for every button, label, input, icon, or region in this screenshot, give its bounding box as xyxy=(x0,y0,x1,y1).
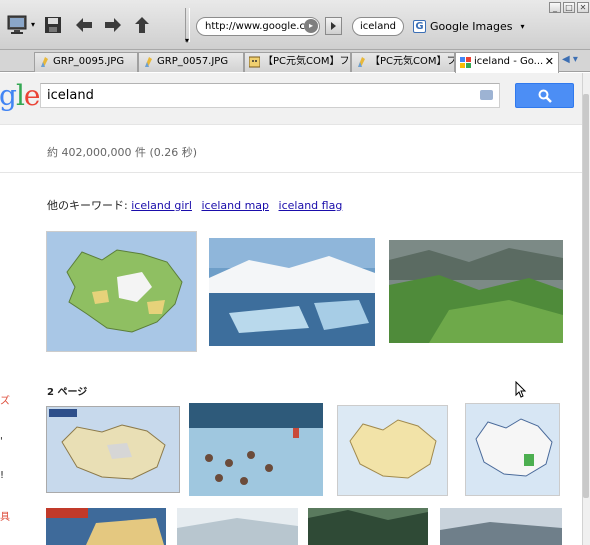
image-result[interactable] xyxy=(440,508,562,545)
side-fragment: ! xyxy=(0,470,5,481)
image-result[interactable] xyxy=(189,403,323,496)
close-window-button[interactable]: ✕ xyxy=(577,2,589,13)
image-result[interactable] xyxy=(209,238,375,346)
search-engine-label: Google Images xyxy=(430,20,513,33)
tab-label: GRP_0057.JPG xyxy=(157,56,229,67)
browser-toolbar: ▾ ▾ http://www.google.con ▸ iceland G Go… xyxy=(0,0,590,50)
divider xyxy=(0,172,582,173)
image-icon xyxy=(358,57,365,67)
site-icon xyxy=(249,56,260,68)
tab-3[interactable]: 【PC元気COM】フ... xyxy=(244,52,351,72)
google-logo[interactable]: gle xyxy=(0,79,40,112)
dropdown-arrow-icon[interactable]: ▾ xyxy=(31,20,35,29)
image-result[interactable] xyxy=(465,403,560,496)
related-link[interactable]: iceland map xyxy=(201,199,269,212)
tab-bar: GRP_0095.JPG GRP_0057.JPG 【PC元気COM】フ... … xyxy=(0,50,590,73)
minimize-button[interactable]: _ xyxy=(549,2,561,13)
image-result[interactable] xyxy=(46,508,166,545)
close-tab-icon[interactable]: ✕ xyxy=(545,53,554,71)
maximize-button[interactable]: □ xyxy=(563,2,575,13)
search-box[interactable]: iceland xyxy=(352,17,404,36)
tab-4[interactable]: 【PC元気COM】フ... xyxy=(351,52,455,72)
address-go-icon[interactable]: ▸ xyxy=(304,19,318,33)
image-result[interactable] xyxy=(177,508,298,545)
scrollbar-thumb[interactable] xyxy=(583,94,589,498)
tab-label: 【PC元気COM】フ... xyxy=(263,56,351,67)
tab-label: GRP_0095.JPG xyxy=(53,56,125,67)
address-bar[interactable]: http://www.google.con xyxy=(196,17,320,36)
related-label: 他のキーワード: xyxy=(47,199,128,212)
tab-label: 【PC元気COM】フ... xyxy=(370,56,454,67)
toolbar-overflow-icon[interactable]: ▾ xyxy=(185,36,189,45)
side-fragment: 具 xyxy=(0,512,10,523)
image-result[interactable] xyxy=(46,231,197,352)
image-result[interactable] xyxy=(389,240,563,343)
google-header: gle iceland xyxy=(0,73,582,125)
image-result[interactable] xyxy=(308,508,428,545)
tab-active[interactable]: iceland - Go... ✕ xyxy=(455,52,559,73)
up-arrow-icon[interactable] xyxy=(130,13,154,37)
search-engine-selector[interactable]: G Google Images ▾ xyxy=(413,17,524,36)
chevron-down-icon: ▾ xyxy=(520,22,525,31)
page-2-label: 2 ページ xyxy=(47,387,88,398)
back-arrow-icon[interactable] xyxy=(72,13,96,37)
google-icon: G xyxy=(413,20,426,33)
search-icon xyxy=(538,89,552,103)
camera-icon[interactable] xyxy=(480,90,493,100)
image-icon xyxy=(41,57,48,67)
forward-arrow-icon[interactable] xyxy=(101,13,125,37)
tab-list-icon[interactable]: ◀ ▾ xyxy=(562,54,588,70)
image-result[interactable] xyxy=(46,406,180,493)
google-icon xyxy=(460,57,471,68)
monitor-icon[interactable] xyxy=(6,13,30,37)
tab-label: iceland - Go... xyxy=(474,56,544,67)
related-link[interactable]: iceland girl xyxy=(131,199,192,212)
tab-1[interactable]: GRP_0095.JPG xyxy=(34,52,138,72)
search-input[interactable]: iceland xyxy=(40,83,500,108)
side-fragment: ズ xyxy=(0,396,10,407)
related-link[interactable]: iceland flag xyxy=(279,199,343,212)
side-fragment: ' xyxy=(0,436,3,447)
tab-2[interactable]: GRP_0057.JPG xyxy=(138,52,244,72)
related-searches: 他のキーワード: iceland girl iceland map icelan… xyxy=(47,197,348,213)
image-icon xyxy=(145,57,152,67)
mouse-cursor-icon xyxy=(515,380,527,403)
image-result[interactable] xyxy=(337,405,448,496)
go-button[interactable] xyxy=(325,17,342,35)
result-stats: 約 402,000,000 件 (0.26 秒) xyxy=(47,146,198,159)
search-button[interactable] xyxy=(515,83,574,108)
save-icon[interactable] xyxy=(41,13,65,37)
